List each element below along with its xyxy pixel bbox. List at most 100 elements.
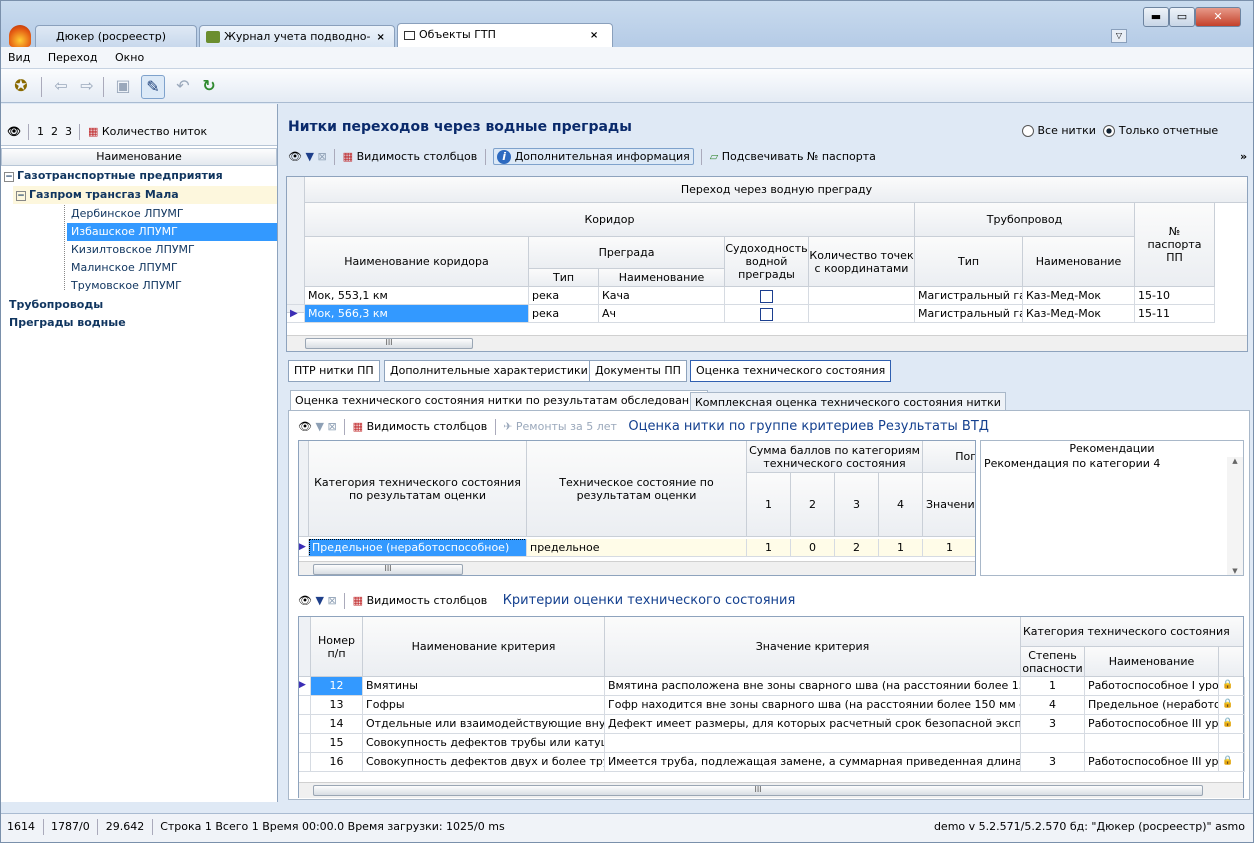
- binoculars-icon[interactable]: 👁: [298, 420, 312, 433]
- tab-documents[interactable]: Документы ПП: [589, 360, 687, 382]
- header-number[interactable]: Номер п/п: [311, 617, 363, 677]
- filter-icon[interactable]: ▼: [315, 420, 323, 433]
- header-barrier-name[interactable]: Наименование: [599, 269, 725, 287]
- count-threads-button[interactable]: Количество ниток: [102, 125, 207, 138]
- close-window-button[interactable]: ✕: [1195, 7, 1241, 27]
- header-value[interactable]: Значени: [923, 473, 975, 537]
- info-button[interactable]: i Дополнительная информация: [493, 148, 694, 165]
- map-icon[interactable]: ✪: [9, 75, 33, 99]
- tab-duker[interactable]: Дюкер (росреестр): [35, 25, 197, 47]
- scrollbar-thumb[interactable]: III: [313, 785, 1203, 796]
- filter-icon[interactable]: ▼: [315, 594, 323, 607]
- menu-navigate[interactable]: Переход: [41, 47, 105, 68]
- header-points[interactable]: Количество точек с координатами: [809, 237, 915, 287]
- header-pipe-type[interactable]: Тип: [915, 237, 1023, 287]
- tree-node-pipelines[interactable]: Трубопроводы: [9, 296, 103, 314]
- vertical-scrollbar[interactable]: ▲ ▼: [1227, 457, 1243, 575]
- tab-condition[interactable]: Оценка технического состояния: [690, 360, 892, 382]
- tab-journal[interactable]: Журнал учета подводно- ×: [199, 25, 395, 47]
- table-row[interactable]: 13 Гофры Гофр находится вне зоны сварного …: [299, 696, 1245, 715]
- header-pipe-name[interactable]: Наименование: [1023, 237, 1135, 287]
- refresh-icon[interactable]: ↻: [197, 75, 221, 99]
- tab-list-dropdown-icon[interactable]: ▽: [1111, 29, 1127, 43]
- tree-node-malinskoe[interactable]: Малинское ЛПУМГ: [71, 259, 277, 277]
- column-visibility-button[interactable]: Видимость столбцов: [367, 420, 488, 433]
- binoculars-icon[interactable]: 👁: [288, 150, 302, 163]
- criteria-subtitle: Критерии оценки технического состояния: [502, 593, 796, 608]
- header-sum-1[interactable]: 1: [747, 473, 791, 537]
- recommendations-text[interactable]: Рекомендация по категории 4: [981, 457, 1243, 470]
- column-visibility-button[interactable]: Видимость столбцов: [357, 150, 478, 163]
- checkbox[interactable]: [760, 289, 773, 303]
- header-criterion-name[interactable]: Наименование критерия: [363, 617, 605, 677]
- horizontal-scrollbar[interactable]: III: [299, 782, 1243, 798]
- header-state[interactable]: Техническое состояние по результатам оце…: [527, 441, 747, 537]
- header-passport[interactable]: № паспорта ПП: [1135, 203, 1215, 287]
- cell-danger: [1021, 734, 1085, 753]
- cell-pipe-name: Каз-Мед-Мок: [1023, 287, 1135, 305]
- header-corridor-name[interactable]: Наименование коридора: [305, 237, 529, 287]
- header-danger[interactable]: Степень опасности: [1021, 647, 1085, 677]
- tab-ptr[interactable]: ПТР нитки ПП: [288, 360, 380, 382]
- header-category-name[interactable]: Наименование: [1085, 647, 1219, 677]
- level-buttons[interactable]: 1 2 3: [37, 125, 72, 138]
- subtab-survey[interactable]: Оценка технического состояния нитки по р…: [290, 390, 708, 410]
- edit-icon[interactable]: ✎: [141, 75, 165, 99]
- table-row[interactable]: 15 Совокупность дефектов трубы или катушк: [299, 734, 1245, 753]
- table-row[interactable]: ▶ 12 Вмятины Вмятина расположена вне зоны с…: [299, 677, 1245, 696]
- menu-view[interactable]: Вид: [1, 47, 37, 68]
- cell-cat: [1085, 734, 1219, 753]
- toolbar-overflow-icon[interactable]: »: [1240, 150, 1247, 163]
- minimize-button[interactable]: ▬: [1143, 7, 1169, 27]
- collapse-icon[interactable]: −: [4, 172, 14, 182]
- back-arrow-icon[interactable]: ⇦: [49, 75, 73, 99]
- tree-node-derbinskoe[interactable]: Дербинское ЛПУМГ: [71, 205, 277, 223]
- binoculars-icon[interactable]: 👁: [7, 125, 21, 138]
- horizontal-scrollbar[interactable]: III: [299, 561, 975, 575]
- tree-column-header[interactable]: Наименование: [1, 148, 277, 166]
- undo-icon[interactable]: ↶: [171, 75, 195, 99]
- clear-filter-icon[interactable]: ⊠: [317, 150, 326, 163]
- close-icon[interactable]: ×: [376, 32, 384, 43]
- tab-additional[interactable]: Дополнительные характеристики: [384, 360, 594, 382]
- tree-node-kiziltovskoe[interactable]: Кизилтовское ЛПУМГ: [71, 241, 277, 259]
- header-barrier-type[interactable]: Тип: [529, 269, 599, 287]
- menu-window[interactable]: Окно: [108, 47, 151, 68]
- filter-icon[interactable]: ▼: [305, 150, 313, 163]
- column-visibility-button[interactable]: Видимость столбцов: [367, 594, 488, 607]
- collapse-icon[interactable]: −: [16, 191, 26, 201]
- highlight-passport-button[interactable]: Подсвечивать № паспорта: [722, 150, 876, 163]
- cell-cat: Работоспособное I уро: [1085, 677, 1219, 696]
- app-logo-icon: [9, 25, 31, 47]
- horizontal-scrollbar[interactable]: III: [287, 335, 1247, 351]
- header-sum-3[interactable]: 3: [835, 473, 879, 537]
- tree-node-enterprises[interactable]: − Газотранспортные предприятия: [1, 167, 277, 185]
- clear-filter-icon[interactable]: ⊠: [327, 594, 336, 607]
- tree-node-company[interactable]: − Газпром трансгаз Мала: [13, 186, 277, 204]
- table-row[interactable]: 16 Совокупность дефектов двух и более тру…: [299, 753, 1245, 772]
- save-icon[interactable]: ▣: [111, 75, 135, 99]
- tab-objects[interactable]: Объекты ГТП ×: [397, 23, 613, 48]
- table-row[interactable]: 14 Отдельные или взаимодействующие внутр Д…: [299, 715, 1245, 734]
- scrollbar-thumb[interactable]: III: [313, 564, 463, 575]
- forward-arrow-icon[interactable]: ⇨: [75, 75, 99, 99]
- tree-node-barriers[interactable]: Преграды водные: [9, 314, 126, 332]
- close-icon[interactable]: ×: [590, 30, 598, 41]
- radio-all[interactable]: [1022, 125, 1034, 137]
- subtab-complex[interactable]: Комплексная оценка технического состояни…: [690, 392, 1006, 411]
- header-navigability[interactable]: Судоходность водной преграды: [725, 237, 809, 287]
- checkbox[interactable]: [760, 307, 773, 321]
- maximize-button[interactable]: ▭: [1169, 7, 1195, 27]
- header-criterion-value[interactable]: Значение критерия: [605, 617, 1021, 677]
- header-sum-2[interactable]: 2: [791, 473, 835, 537]
- tree-node-izbashskoe[interactable]: Избашское ЛПУМГ: [67, 223, 277, 241]
- repairs-button[interactable]: Ремонты за 5 лет: [516, 420, 617, 433]
- binoculars-icon[interactable]: 👁: [298, 594, 312, 607]
- header-category[interactable]: Категория технического состояния по резу…: [309, 441, 527, 537]
- cell-pipe-type: Магистральный га: [915, 305, 1023, 323]
- tree-node-trumovskoe[interactable]: Трумовское ЛПУМГ: [71, 277, 277, 295]
- header-sum-4[interactable]: 4: [879, 473, 923, 537]
- radio-report[interactable]: [1103, 125, 1116, 137]
- clear-filter-icon[interactable]: ⊠: [327, 420, 336, 433]
- scrollbar-thumb[interactable]: III: [305, 338, 473, 349]
